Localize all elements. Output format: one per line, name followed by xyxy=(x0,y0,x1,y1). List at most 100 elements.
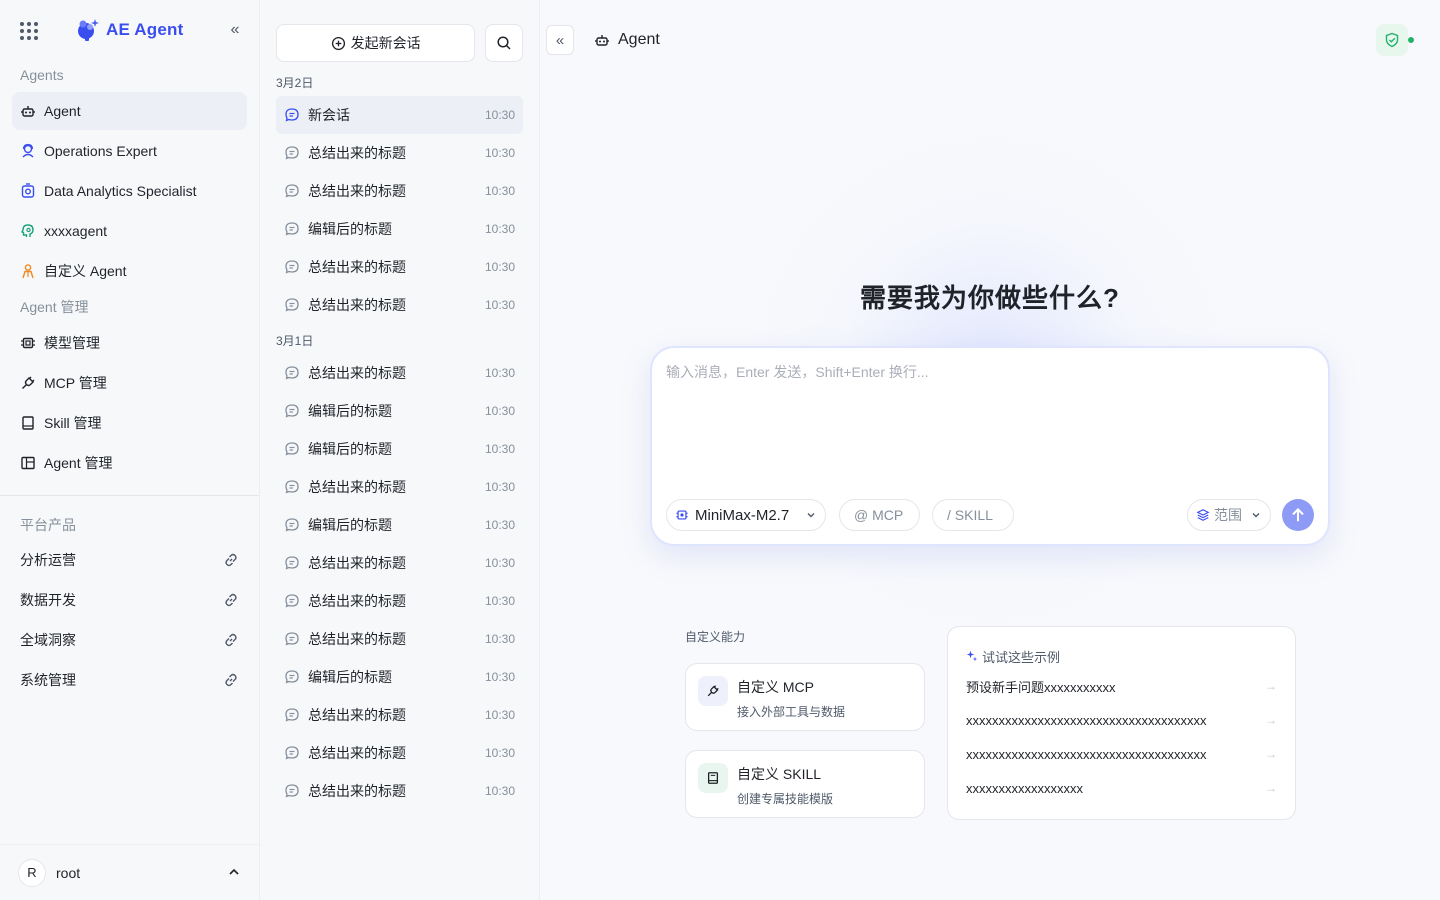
custom-mcp-card[interactable]: 自定义 MCP 接入外部工具与数据 xyxy=(685,663,925,731)
chat-bubble-icon xyxy=(284,593,300,609)
robot-icon xyxy=(595,35,609,46)
session-item[interactable]: 编辑后的标题 10:30 xyxy=(276,658,523,696)
nav-item-mcp-manage[interactable]: MCP 管理 xyxy=(12,364,247,402)
session-item[interactable]: 编辑后的标题 10:30 xyxy=(276,392,523,430)
session-item[interactable]: 编辑后的标题 10:30 xyxy=(276,430,523,468)
chip-icon xyxy=(21,337,35,349)
example-text: xxxxxxxxxxxxxxxxxx xyxy=(966,780,1083,796)
arrow-right-icon: → xyxy=(1265,781,1277,795)
nav-item-skill-manage[interactable]: Skill 管理 xyxy=(12,404,247,442)
model-select[interactable]: MiniMax-M2.7 xyxy=(666,499,826,531)
security-status-button[interactable] xyxy=(1376,24,1408,56)
nav-item-operations-expert[interactable]: Operations Expert xyxy=(12,132,247,170)
chat-bubble-icon xyxy=(284,669,300,685)
session-item[interactable]: 总结出来的标题 10:30 xyxy=(276,354,523,392)
nav-item-xxxxagent[interactable]: xxxxagent xyxy=(12,212,247,250)
nav-item-label: Skill 管理 xyxy=(44,415,102,431)
product-link-data-dev[interactable]: 数据开发 xyxy=(0,580,259,620)
chat-bubble-icon xyxy=(284,631,300,647)
session-time: 10:30 xyxy=(484,146,515,160)
nav-item-label: 模型管理 xyxy=(44,335,100,351)
expand-panel-button[interactable]: « xyxy=(546,25,574,55)
session-time: 10:30 xyxy=(484,784,515,798)
examples-card: 试试这些示例 预设新手问题xxxxxxxxxxx → xxxxxxxxxxxxx… xyxy=(947,626,1296,820)
chevron-up-icon xyxy=(229,868,239,875)
link-icon xyxy=(225,633,237,647)
search-sessions-button[interactable] xyxy=(485,24,523,62)
session-title: 总结出来的标题 xyxy=(308,707,406,723)
product-link-system[interactable]: 系统管理 xyxy=(0,660,259,700)
example-item[interactable]: xxxxxxxxxxxxxxxxxxxxxxxxxxxxxxxxxxxxx → xyxy=(966,703,1277,737)
session-item[interactable]: 总结出来的标题 10:30 xyxy=(276,134,523,172)
custom-skill-card[interactable]: 自定义 SKILL 创建专属技能模版 xyxy=(685,750,925,818)
capability-desc: 创建专属技能模版 xyxy=(737,792,834,806)
book-icon xyxy=(22,416,34,430)
product-link-analysis[interactable]: 分析运营 xyxy=(0,540,259,580)
send-button[interactable] xyxy=(1282,499,1314,531)
mcp-chip[interactable]: @ MCP xyxy=(839,499,920,531)
nav-item-model-manage[interactable]: 模型管理 xyxy=(12,324,247,362)
session-time: 10:30 xyxy=(484,480,515,494)
product-label: 系统管理 xyxy=(20,672,76,688)
skill-chip[interactable]: / SKILL xyxy=(932,499,1014,531)
plug-icon xyxy=(22,376,35,389)
session-time: 10:30 xyxy=(484,404,515,418)
app-grid-icon[interactable] xyxy=(18,20,38,40)
operator-icon xyxy=(22,143,34,158)
session-time: 10:30 xyxy=(484,442,515,456)
message-composer: MiniMax-M2.7 @ MCP / SKILL 范围 xyxy=(650,346,1330,546)
chat-bubble-icon xyxy=(284,783,300,799)
nav-item-agent-manage[interactable]: Agent 管理 xyxy=(12,444,247,482)
analytics-icon xyxy=(21,183,35,198)
brand[interactable]: AE Agent xyxy=(74,17,183,43)
chat-bubble-icon xyxy=(284,441,300,457)
session-date-label: 3月1日 xyxy=(276,334,314,348)
nav-item-custom-agent[interactable]: 自定义 Agent xyxy=(12,252,247,290)
main-header: « Agent xyxy=(540,0,1440,80)
example-item[interactable]: xxxxxxxxxxxxxxxxxx → xyxy=(966,771,1277,805)
chat-bubble-icon xyxy=(284,107,300,123)
session-title: 总结出来的标题 xyxy=(308,555,406,571)
session-item[interactable]: 编辑后的标题 10:30 xyxy=(276,210,523,248)
session-item[interactable]: 总结出来的标题 10:30 xyxy=(276,248,523,286)
session-item[interactable]: 总结出来的标题 10:30 xyxy=(276,696,523,734)
session-item[interactable]: 新会话 10:30 xyxy=(276,96,523,134)
capability-desc: 接入外部工具与数据 xyxy=(737,705,846,719)
product-link-insight[interactable]: 全域洞察 xyxy=(0,620,259,660)
welcome-headline: 需要我为你做些什么? xyxy=(860,283,1120,313)
session-item[interactable]: 总结出来的标题 10:30 xyxy=(276,772,523,810)
message-input[interactable] xyxy=(666,362,1306,482)
link-icon xyxy=(225,593,237,607)
session-date-label: 3月2日 xyxy=(276,76,314,90)
example-item[interactable]: xxxxxxxxxxxxxxxxxxxxxxxxxxxxxxxxxxxxx → xyxy=(966,737,1277,771)
session-time: 10:30 xyxy=(484,556,515,570)
session-item[interactable]: 总结出来的标题 10:30 xyxy=(276,468,523,506)
session-title: 总结出来的标题 xyxy=(308,183,406,199)
user-menu[interactable]: R root xyxy=(0,844,259,900)
chat-bubble-icon xyxy=(284,555,300,571)
session-item[interactable]: 总结出来的标题 10:30 xyxy=(276,582,523,620)
product-label: 分析运营 xyxy=(20,552,76,568)
session-item[interactable]: 总结出来的标题 10:30 xyxy=(276,286,523,324)
scope-select[interactable]: 范围 xyxy=(1187,499,1271,531)
new-session-button[interactable]: 发起新会话 xyxy=(276,24,476,62)
chat-bubble-icon xyxy=(284,365,300,381)
example-item[interactable]: 预设新手问题xxxxxxxxxxx → xyxy=(966,669,1277,703)
examples-title: 试试这些示例 xyxy=(982,649,1061,665)
nav-item-agent[interactable]: Agent xyxy=(12,92,247,130)
username: root xyxy=(56,864,81,881)
capability-title: 自定义 MCP xyxy=(737,679,814,695)
agent-manage-section-title: Agent 管理 xyxy=(20,299,89,315)
session-item[interactable]: 总结出来的标题 10:30 xyxy=(276,734,523,772)
session-title: 总结出来的标题 xyxy=(308,145,406,161)
collapse-nav-icon[interactable]: « xyxy=(225,20,245,40)
session-item[interactable]: 编辑后的标题 10:30 xyxy=(276,506,523,544)
session-item[interactable]: 总结出来的标题 10:30 xyxy=(276,544,523,582)
session-item[interactable]: 总结出来的标题 10:30 xyxy=(276,172,523,210)
sparkle-icon xyxy=(966,650,978,662)
session-title: 编辑后的标题 xyxy=(308,403,392,419)
session-item[interactable]: 总结出来的标题 10:30 xyxy=(276,620,523,658)
arrow-right-icon: → xyxy=(1265,747,1277,761)
nav-item-data-analytics[interactable]: Data Analytics Specialist xyxy=(12,172,247,210)
link-icon xyxy=(225,673,237,687)
